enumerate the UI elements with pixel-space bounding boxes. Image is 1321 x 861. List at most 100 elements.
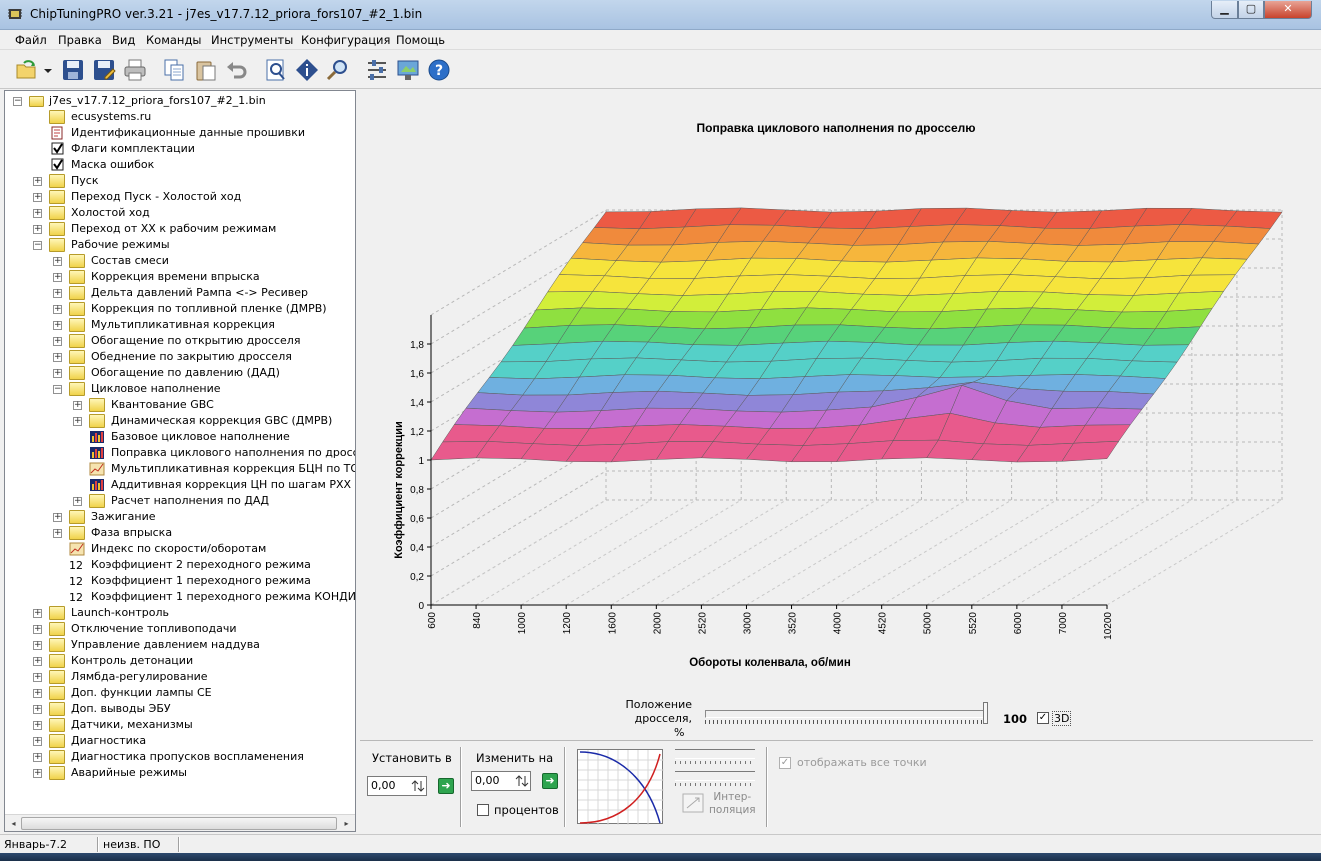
expand-icon[interactable]: + xyxy=(53,273,62,282)
menu-commands[interactable]: Команды xyxy=(146,33,201,47)
tree-item[interactable]: + Лямбда-регулирование xyxy=(5,669,355,685)
tree-item[interactable]: Аддитивная коррекция ЦН по шагам РХХ (бе… xyxy=(5,477,355,493)
save-icon[interactable] xyxy=(60,57,86,83)
expand-icon[interactable]: + xyxy=(53,337,62,346)
tree-item[interactable]: Поправка циклового наполнения по дроссел… xyxy=(5,445,355,461)
throttle-slider-thumb[interactable] xyxy=(983,702,988,724)
expand-icon[interactable]: + xyxy=(33,177,42,186)
menu-view[interactable]: Вид xyxy=(112,33,135,47)
collapse-icon[interactable]: − xyxy=(13,97,22,106)
search-icon[interactable] xyxy=(325,57,351,83)
tree-item[interactable]: + Зажигание xyxy=(5,509,355,525)
tools-icon[interactable] xyxy=(364,57,390,83)
expand-icon[interactable]: + xyxy=(33,721,42,730)
menu-edit[interactable]: Правка xyxy=(58,33,102,47)
tree-item[interactable]: + Обогащение по открытию дросселя xyxy=(5,333,355,349)
tree-item[interactable]: + Отключение топливоподачи xyxy=(5,621,355,637)
expand-icon[interactable]: + xyxy=(33,705,42,714)
interpolation-icon[interactable] xyxy=(682,793,704,813)
tree-root[interactable]: − j7es_v17.7.12_priora_fors107_#2_1.bin xyxy=(5,93,355,109)
tree-item[interactable]: + Фаза впрыска xyxy=(5,525,355,541)
interpolation-curve-preview[interactable] xyxy=(577,749,664,825)
tree-horizontal-scrollbar[interactable]: ◂ ▸ xyxy=(5,814,355,831)
expand-icon[interactable]: + xyxy=(33,225,42,234)
tree-item[interactable]: + Дельта давлений Рампа <-> Ресивер xyxy=(5,285,355,301)
expand-icon[interactable]: + xyxy=(33,689,42,698)
expand-icon[interactable]: + xyxy=(73,497,82,506)
tree-item[interactable]: Индекс по скорости/оборотам xyxy=(5,541,355,557)
minimize-button[interactable]: ▁ xyxy=(1211,1,1238,19)
menu-configuration[interactable]: Конфигурация xyxy=(301,33,390,47)
expand-icon[interactable]: + xyxy=(53,529,62,538)
tree-item[interactable]: Мультипликативная коррекция БЦН по ТОЖ xyxy=(5,461,355,477)
maximize-button[interactable]: ▢ xyxy=(1238,1,1264,19)
tree-item[interactable]: − Рабочие режимы xyxy=(5,237,355,253)
expand-icon[interactable]: + xyxy=(73,417,82,426)
help-icon[interactable]: ? xyxy=(426,57,452,83)
collapse-icon[interactable]: − xyxy=(53,385,62,394)
tree-item[interactable]: + Переход от ХХ к рабочим режимам xyxy=(5,221,355,237)
menu-file[interactable]: Файл xyxy=(15,33,47,47)
expand-icon[interactable]: + xyxy=(53,289,62,298)
expand-icon[interactable]: + xyxy=(53,305,62,314)
tree-item[interactable]: + Динамическая коррекция GBC (ДМРВ) xyxy=(5,413,355,429)
menu-help[interactable]: Помощь xyxy=(396,33,445,47)
interp-slider-1[interactable] xyxy=(675,749,755,759)
throttle-slider-track[interactable] xyxy=(705,710,983,718)
tree-item[interactable]: + Датчики, механизмы xyxy=(5,717,355,733)
tree-item[interactable]: + Коррекция времени впрыска xyxy=(5,269,355,285)
tree-item[interactable]: ecusystems.ru xyxy=(5,109,355,125)
compare-icon[interactable] xyxy=(263,57,289,83)
expand-icon[interactable]: + xyxy=(33,625,42,634)
tree-item[interactable]: − Цикловое наполнение xyxy=(5,381,355,397)
info-icon[interactable] xyxy=(294,57,320,83)
tree-item[interactable]: + Управление давлением наддува xyxy=(5,637,355,653)
tree-item[interactable]: + Переход Пуск - Холостой ход xyxy=(5,189,355,205)
tree-item[interactable]: + Квантование GBC xyxy=(5,397,355,413)
tree-item[interactable]: Идентификационные данные прошивки xyxy=(5,125,355,141)
interpolation-label[interactable]: Интер- поляция xyxy=(709,791,756,817)
tree-item[interactable]: + Диагностика пропусков воспламенения xyxy=(5,749,355,765)
expand-icon[interactable]: + xyxy=(33,657,42,666)
collapse-icon[interactable]: − xyxy=(33,241,42,250)
tree-item[interactable]: + Расчет наполнения по ДАД xyxy=(5,493,355,509)
tree-item[interactable]: 12 Коэффициент 1 переходного режима КОНДИ… xyxy=(5,589,355,605)
change-by-input[interactable]: 0,00 xyxy=(471,771,531,791)
checkbox-3d[interactable]: ✓ xyxy=(1037,712,1049,724)
tree-item[interactable]: + Launch-контроль xyxy=(5,605,355,621)
tree-item[interactable]: + Контроль детонации xyxy=(5,653,355,669)
scroll-right-icon[interactable]: ▸ xyxy=(339,816,354,831)
expand-icon[interactable]: + xyxy=(33,641,42,650)
tree-item[interactable]: + Диагностика xyxy=(5,733,355,749)
menu-tools[interactable]: Инструменты xyxy=(211,33,293,47)
apply-set-button[interactable]: ➜ xyxy=(438,778,454,794)
expand-icon[interactable]: + xyxy=(33,753,42,762)
tree-item[interactable]: 12 Коэффициент 1 переходного режима xyxy=(5,573,355,589)
paste-icon[interactable] xyxy=(193,57,219,83)
save-as-icon[interactable] xyxy=(91,57,117,83)
expand-icon[interactable]: + xyxy=(53,513,62,522)
expand-icon[interactable]: + xyxy=(73,401,82,410)
spin-icon[interactable] xyxy=(409,778,425,794)
tree-item[interactable]: Базовое цикловое наполнение xyxy=(5,429,355,445)
tree-item[interactable]: + Пуск xyxy=(5,173,355,189)
expand-icon[interactable]: + xyxy=(33,193,42,202)
parameter-tree[interactable]: − j7es_v17.7.12_priora_fors107_#2_1.bin ec… xyxy=(4,90,356,832)
expand-icon[interactable]: + xyxy=(33,737,42,746)
set-to-input[interactable]: 0,00 xyxy=(367,776,427,796)
expand-icon[interactable]: + xyxy=(33,209,42,218)
percent-checkbox[interactable] xyxy=(477,804,489,816)
expand-icon[interactable]: + xyxy=(53,353,62,362)
show-all-points-checkbox[interactable]: ✓ xyxy=(779,757,791,769)
scroll-left-icon[interactable]: ◂ xyxy=(6,816,21,831)
close-button[interactable]: ✕ xyxy=(1264,1,1312,19)
tree-item[interactable]: + Обогащение по давлению (ДАД) xyxy=(5,365,355,381)
tree-item[interactable]: + Доп. выводы ЭБУ xyxy=(5,701,355,717)
open-icon[interactable] xyxy=(14,57,40,83)
tree-item[interactable]: + Коррекция по топливной пленке (ДМРВ) xyxy=(5,301,355,317)
apply-change-button[interactable]: ➜ xyxy=(542,773,558,789)
expand-icon[interactable]: + xyxy=(53,369,62,378)
tree-item[interactable]: 12 Коэффициент 2 переходного режима xyxy=(5,557,355,573)
expand-icon[interactable]: + xyxy=(33,673,42,682)
dropdown-arrow-icon[interactable] xyxy=(42,57,54,83)
